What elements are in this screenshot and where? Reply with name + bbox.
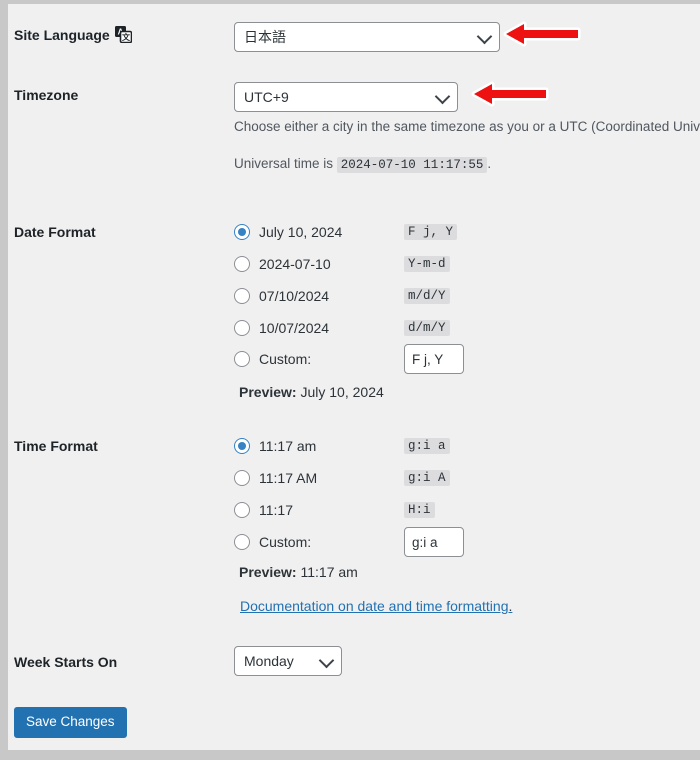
settings-panel: Site LanguageA文 日本語 Timezone UTC+9 Choos… (8, 4, 700, 750)
date-format-custom-label[interactable]: Custom: (259, 351, 311, 367)
time-format-code-0: g:i a (404, 435, 450, 457)
save-changes-button[interactable]: Save Changes (14, 707, 127, 738)
time-format-option-0[interactable]: 11:17 am (234, 435, 316, 457)
time-format-option-label-0[interactable]: 11:17 am (259, 438, 316, 454)
date-format-preview: Preview: July 10, 2024 (239, 384, 384, 400)
time-format-radio-2[interactable] (234, 502, 250, 518)
translation-icon: A文 (114, 26, 132, 49)
date-format-code-text-3: d/m/Y (404, 320, 450, 336)
time-format-option-label-1[interactable]: 11:17 AM (259, 470, 317, 486)
timezone-select[interactable]: UTC+9 (234, 82, 458, 112)
time-format-option-label-2[interactable]: 11:17 (259, 502, 293, 518)
timezone-value: UTC+9 (244, 89, 289, 105)
date-format-radio-2[interactable] (234, 288, 250, 304)
week-starts-on-value: Monday (244, 653, 294, 669)
chevron-down-icon (476, 28, 493, 45)
time-format-label: Time Format (14, 438, 98, 454)
date-format-label: Date Format (14, 224, 96, 240)
chevron-down-icon (434, 88, 451, 105)
date-format-option-1[interactable]: 2024-07-10 (234, 253, 331, 275)
chevron-down-icon (318, 652, 335, 669)
time-format-radio-0[interactable] (234, 438, 250, 454)
date-format-preview-label: Preview: (239, 384, 297, 400)
date-format-option-label-1[interactable]: 2024-07-10 (259, 256, 331, 272)
timezone-label: Timezone (14, 87, 79, 103)
date-format-preview-value: July 10, 2024 (300, 384, 384, 400)
date-format-radio-custom[interactable] (234, 351, 250, 367)
time-format-code-text-1: g:i A (404, 470, 450, 486)
svg-text:文: 文 (122, 32, 131, 42)
time-format-code-1: g:i A (404, 467, 450, 489)
date-format-option-label-0[interactable]: July 10, 2024 (259, 224, 342, 240)
week-starts-on-select[interactable]: Monday (234, 646, 342, 676)
universal-time-suffix: . (487, 156, 492, 171)
date-format-code-text-1: Y-m-d (404, 256, 450, 272)
date-format-radio-1[interactable] (234, 256, 250, 272)
time-format-radio-1[interactable] (234, 470, 250, 486)
week-starts-on-label: Week Starts On (14, 654, 118, 670)
site-language-select[interactable]: 日本語 (234, 22, 500, 52)
date-format-option-3[interactable]: 10/07/2024 (234, 317, 329, 339)
time-format-code-text-2: H:i (404, 502, 435, 518)
screenshot-root: Site LanguageA文 日本語 Timezone UTC+9 Choos… (0, 0, 700, 760)
date-format-code-2: m/d/Y (404, 285, 450, 307)
date-format-code-3: d/m/Y (404, 317, 450, 339)
date-format-code-1: Y-m-d (404, 253, 450, 275)
time-format-radio-custom[interactable] (234, 534, 250, 550)
date-format-radio-3[interactable] (234, 320, 250, 336)
time-format-option-2[interactable]: 11:17 (234, 499, 293, 521)
universal-time-prefix: Universal time is (234, 156, 334, 171)
date-format-option-0[interactable]: July 10, 2024 (234, 221, 342, 243)
date-format-code-0: F j, Y (404, 221, 458, 243)
time-format-option-custom[interactable]: Custom: (234, 531, 311, 553)
date-format-code-text-0: F j, Y (404, 224, 458, 240)
date-format-radio-0[interactable] (234, 224, 250, 240)
time-format-preview-label: Preview: (239, 564, 297, 580)
site-language-label-text: Site Language (14, 27, 110, 43)
time-format-code-2: H:i (404, 499, 435, 521)
time-format-custom-label[interactable]: Custom: (259, 534, 311, 550)
universal-time-value: 2024-07-10 11:17:55 (336, 157, 488, 173)
timezone-description: Choose either a city in the same timezon… (234, 119, 700, 134)
time-format-option-1[interactable]: 11:17 AM (234, 467, 317, 489)
date-format-option-label-2[interactable]: 07/10/2024 (259, 288, 329, 304)
time-format-preview: Preview: 11:17 am (239, 564, 358, 580)
date-time-formatting-doc-link-text[interactable]: Documentation on date and time formattin… (240, 598, 509, 614)
universal-time-line: Universal time is 2024-07-10 11:17:55. (234, 154, 491, 175)
time-format-preview-value: 11:17 am (300, 564, 358, 580)
date-format-option-custom[interactable]: Custom: (234, 348, 311, 370)
site-language-value: 日本語 (244, 29, 286, 45)
date-format-option-2[interactable]: 07/10/2024 (234, 285, 329, 307)
date-format-custom-input[interactable] (404, 344, 464, 374)
time-format-custom-input[interactable] (404, 527, 464, 557)
doc-link-period: . (508, 598, 513, 614)
date-format-option-label-3[interactable]: 10/07/2024 (259, 320, 329, 336)
site-language-label: Site LanguageA文 (14, 26, 224, 49)
time-format-code-text-0: g:i a (404, 438, 450, 454)
date-time-formatting-doc-link[interactable]: Documentation on date and time formattin… (240, 598, 512, 614)
date-format-code-text-2: m/d/Y (404, 288, 450, 304)
